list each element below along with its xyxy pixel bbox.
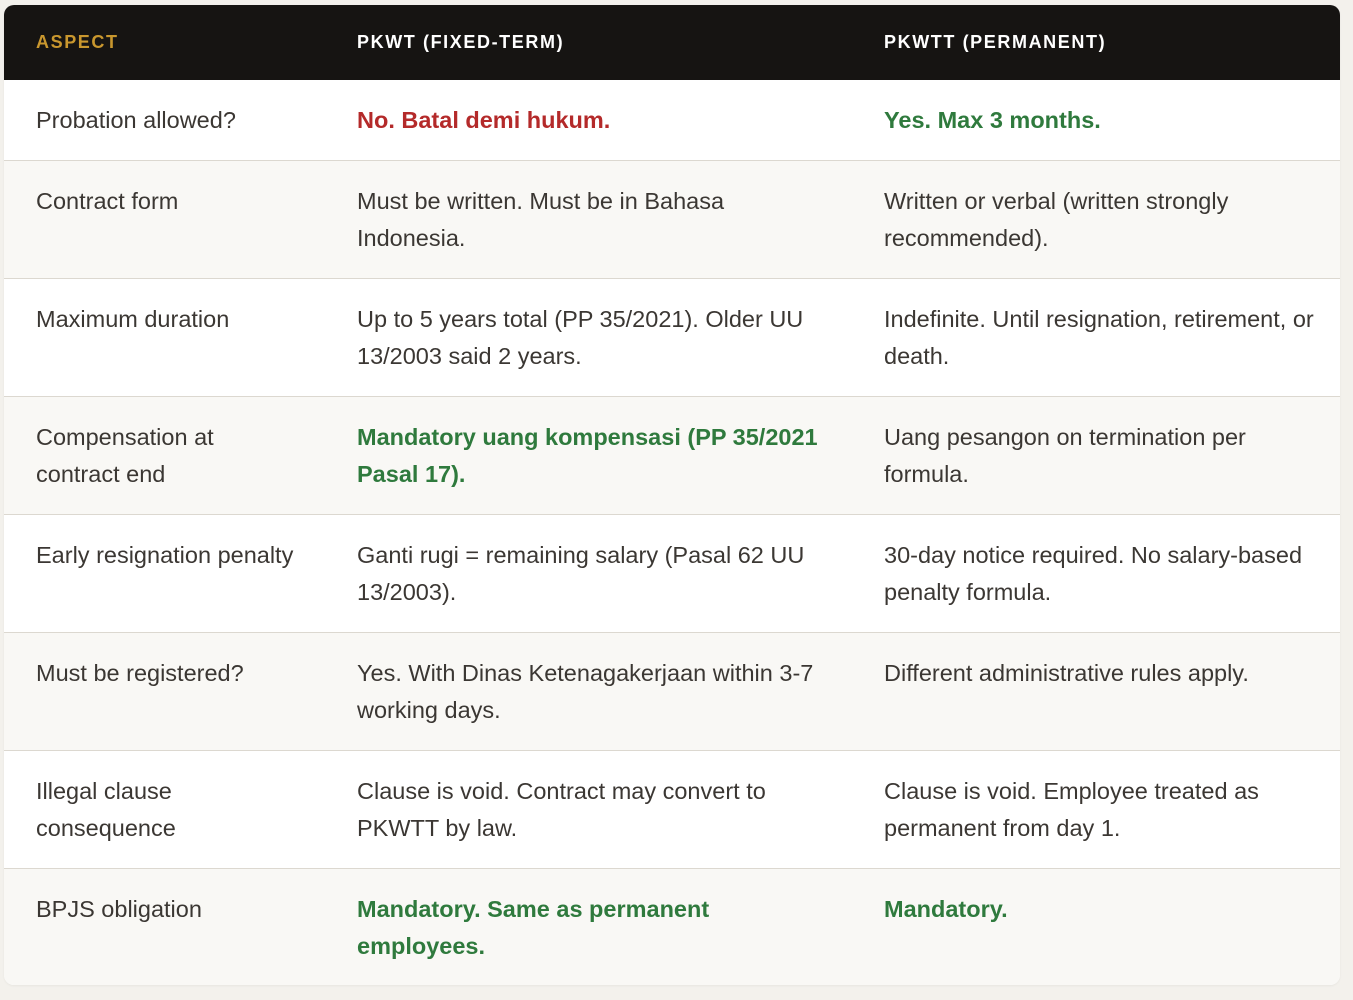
cell-pkwt: Yes. With Dinas Ketenagakerjaan within 3… [357, 659, 814, 723]
cell-pkwt: Clause is void. Contract may convert to … [357, 777, 766, 841]
cell-pkwt: No. Batal demi hukum. [357, 107, 611, 133]
cell-pkwtt: Different administrative rules apply. [884, 659, 1249, 686]
column-header-pkwt: PKWT (FIXED-TERM) [357, 32, 565, 52]
cell-pkwtt: Mandatory. [884, 895, 1008, 922]
comparison-table-card: ASPECT PKWT (FIXED-TERM) PKWTT (PERMANEN… [4, 5, 1340, 985]
cell-aspect: Contract form [36, 187, 179, 214]
table-row: BPJS obligation Mandatory. Same as perma… [4, 868, 1340, 985]
cell-pkwt: Ganti rugi = remaining salary (Pasal 62 … [357, 541, 805, 605]
table-row: Illegal clause consequence Clause is voi… [4, 750, 1340, 868]
table-row: Maximum duration Up to 5 years total (PP… [4, 278, 1340, 396]
cell-pkwt: Mandatory. Same as permanent employees. [357, 895, 710, 959]
table-row: Early resignation penalty Ganti rugi = r… [4, 514, 1340, 632]
cell-pkwtt: Yes. Max 3 months. [884, 107, 1101, 133]
cell-pkwt: Must be written. Must be in Bahasa Indon… [357, 187, 725, 251]
column-header-pkwtt: PKWTT (PERMANENT) [884, 32, 1107, 52]
cell-aspect: Must be registered? [36, 659, 244, 686]
table-header-row: ASPECT PKWT (FIXED-TERM) PKWTT (PERMANEN… [4, 5, 1340, 80]
comparison-table: ASPECT PKWT (FIXED-TERM) PKWTT (PERMANEN… [4, 5, 1340, 985]
cell-pkwtt: Clause is void. Employee treated as perm… [884, 777, 1259, 841]
cell-pkwt: Mandatory uang kompensasi (PP 35/2021 Pa… [357, 423, 818, 487]
cell-aspect: BPJS obligation [36, 895, 202, 922]
cell-aspect: Probation allowed? [36, 107, 236, 133]
cell-pkwtt: 30-day notice required. No salary-based … [884, 541, 1303, 605]
cell-aspect: Illegal clause consequence [36, 777, 176, 841]
cell-pkwtt: Indefinite. Until resignation, retiremen… [884, 305, 1314, 369]
cell-aspect: Compensation at contract end [36, 423, 214, 487]
table-row: Compensation at contract end Mandatory u… [4, 396, 1340, 514]
cell-pkwtt: Written or verbal (written strongly reco… [884, 187, 1229, 251]
column-header-aspect: ASPECT [36, 32, 119, 52]
cell-aspect: Early resignation penalty [36, 541, 294, 568]
cell-pkwtt: Uang pesangon on termination per formula… [884, 423, 1246, 487]
cell-aspect: Maximum duration [36, 305, 230, 332]
table-row: Probation allowed? No. Batal demi hukum.… [4, 80, 1340, 160]
table-row: Must be registered? Yes. With Dinas Kete… [4, 632, 1340, 750]
cell-pkwt: Up to 5 years total (PP 35/2021). Older … [357, 305, 804, 369]
table-row: Contract form Must be written. Must be i… [4, 160, 1340, 278]
